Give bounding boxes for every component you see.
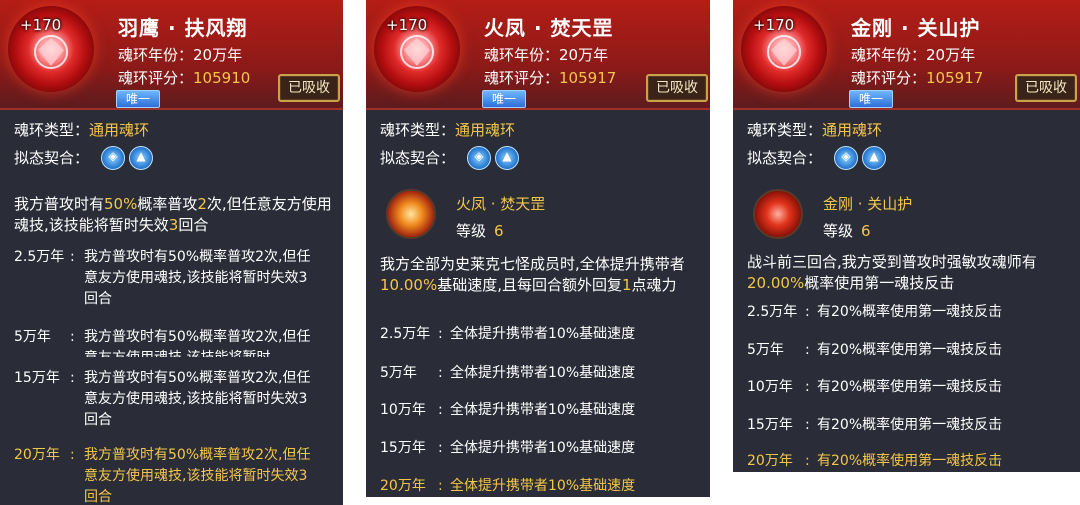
- absorbed-button[interactable]: 已吸收: [278, 74, 340, 102]
- mountain-icon[interactable]: ▲: [495, 146, 519, 170]
- skill-icon[interactable]: [753, 189, 803, 239]
- skill-name: 火凤 · 焚天罡: [456, 195, 546, 213]
- absorbed-button[interactable]: 已吸收: [646, 74, 708, 102]
- ring-type-row: 魂环类型：通用魂环: [14, 121, 150, 139]
- skill-icon[interactable]: [386, 189, 436, 239]
- level-badge: +170: [753, 16, 795, 34]
- ring-description: 我方普攻时有50%概率普攻2次,但任意友方使用魂技,该技能将暂时失效3回合: [14, 195, 332, 234]
- unique-tag: 唯一: [482, 90, 526, 108]
- ring-year-row: 魂环年份：20万年: [118, 46, 243, 64]
- level-row: 2.5万年: 我方普攻时有50%概率普攻2次,但任意友方使用魂技,该技能将暂时失效…: [14, 249, 311, 307]
- ring-type-row: 魂环类型：通用魂环: [380, 121, 516, 139]
- soul-ring-title: 金刚 · 关山护: [851, 16, 981, 40]
- shield-icon[interactable]: ◈: [467, 146, 491, 170]
- skill-level: 等级 6: [823, 222, 871, 240]
- level-row-current: 20万年: 我方普攻时有50%概率普攻2次,但任意友方使用魂技,该技能将暂时失效3…: [14, 447, 311, 505]
- ring-score-row: 魂环评分：105917: [484, 69, 617, 87]
- skill-level: 等级 6: [456, 222, 504, 240]
- soul-ring-title: 羽鹰 · 扶风翔: [118, 16, 248, 40]
- soul-ring-title: 火凤 · 焚天罡: [484, 16, 614, 40]
- soul-ring-card-2: +170 火凤 · 焚天罡 魂环年份：20万年 魂环评分：105917 唯一 已…: [366, 0, 710, 497]
- level-badge: +170: [20, 16, 62, 34]
- shield-icon[interactable]: ◈: [834, 146, 858, 170]
- fit-row: 拟态契合：: [747, 149, 823, 167]
- fit-row: 拟态契合：: [380, 149, 456, 167]
- skill-description: 战斗前三回合,我方受到普攻时强敏攻魂师有20.00%概率使用第一魂技反击: [747, 253, 1037, 292]
- level-badge: +170: [386, 16, 428, 34]
- level-row: 5万年:我方普攻时有50%概率普攻2次,但任意友方使用魂技,该技能将暂时: [14, 329, 311, 357]
- unique-tag: 唯一: [116, 90, 160, 108]
- ring-score-row: 魂环评分：105917: [851, 69, 984, 87]
- level-row: 15万年: 我方普攻时有50%概率普攻2次,但任意友方使用魂技,该技能将暂时失效3…: [14, 370, 311, 428]
- unique-tag: 唯一: [849, 90, 893, 108]
- skill-name: 金刚 · 关山护: [823, 195, 913, 213]
- skill-description: 我方全部为史莱克七怪成员时,全体提升携带者10.00%基础速度,且每回合额外回复…: [380, 255, 685, 294]
- soul-ring-card-1: +170 羽鹰 · 扶风翔 魂环年份：20万年 魂环评分：105910 唯一 已…: [0, 0, 343, 505]
- ring-type-row: 魂环类型：通用魂环: [747, 121, 883, 139]
- ring-score-row: 魂环评分：105910: [118, 69, 251, 87]
- absorbed-button[interactable]: 已吸收: [1015, 74, 1077, 102]
- ring-year-row: 魂环年份：20万年: [484, 46, 609, 64]
- mountain-icon[interactable]: ▲: [129, 146, 153, 170]
- mountain-icon[interactable]: ▲: [862, 146, 886, 170]
- fit-row: 拟态契合：: [14, 149, 90, 167]
- ring-year-row: 魂环年份：20万年: [851, 46, 976, 64]
- shield-icon[interactable]: ◈: [101, 146, 125, 170]
- soul-ring-card-3: +170 金刚 · 关山护 魂环年份：20万年 魂环评分：105917 唯一 已…: [733, 0, 1080, 472]
